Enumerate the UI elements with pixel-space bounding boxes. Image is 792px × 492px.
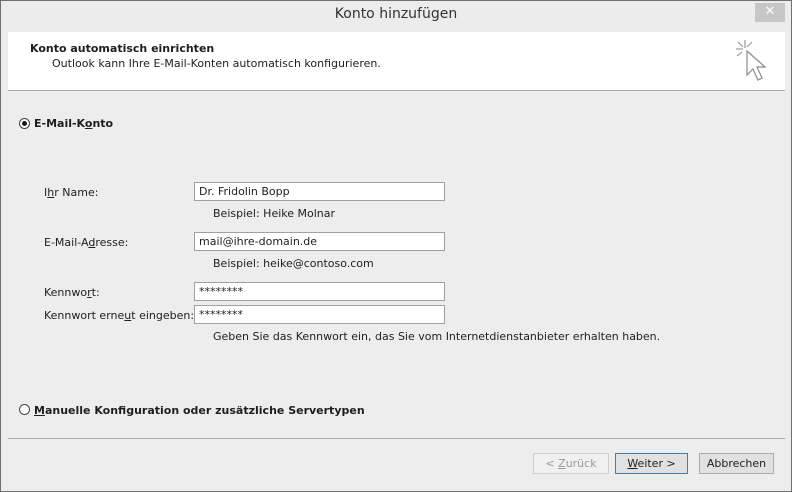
header-title: Konto automatisch einrichten xyxy=(30,42,215,55)
password-confirm-input[interactable] xyxy=(194,305,445,324)
title-bar: Konto hinzufügen ✕ xyxy=(1,1,791,31)
back-button[interactable]: < Zurück xyxy=(533,453,609,474)
close-icon: ✕ xyxy=(764,4,776,19)
email-label: E-Mail-Adresse: xyxy=(44,236,129,249)
manual-config-radio[interactable] xyxy=(19,404,30,415)
email-account-radio-label[interactable]: E-Mail-Konto xyxy=(34,117,113,130)
password-hint: Geben Sie das Kennwort ein, das Sie vom … xyxy=(213,330,661,343)
email-account-radio[interactable] xyxy=(19,118,30,129)
close-button[interactable]: ✕ xyxy=(755,3,785,22)
name-input[interactable] xyxy=(194,182,445,201)
window-title: Konto hinzufügen xyxy=(334,6,458,22)
email-hint: Beispiel: heike@contoso.com xyxy=(213,257,374,270)
cancel-button[interactable]: Abbrechen xyxy=(699,453,774,474)
password-input[interactable] xyxy=(194,282,445,301)
wizard-header: Konto automatisch einrichten Outlook kan… xyxy=(8,32,785,91)
name-label: Ihr Name: xyxy=(44,186,99,199)
header-subtitle: Outlook kann Ihre E-Mail-Konten automati… xyxy=(52,57,381,70)
wizard-cursor-icon xyxy=(736,40,767,81)
name-hint: Beispiel: Heike Molnar xyxy=(213,207,336,220)
password-confirm-label: Kennwort erneut eingeben: xyxy=(44,309,195,322)
add-account-dialog: Konto hinzufügen ✕ Konto automatisch ein… xyxy=(0,0,792,492)
password-label: Kennwort: xyxy=(44,286,100,299)
next-button[interactable]: Weiter > xyxy=(615,453,688,474)
footer-separator xyxy=(8,438,785,439)
email-input[interactable] xyxy=(194,232,445,251)
manual-config-radio-label[interactable]: Manuelle Konfiguration oder zusätzliche … xyxy=(34,404,365,417)
